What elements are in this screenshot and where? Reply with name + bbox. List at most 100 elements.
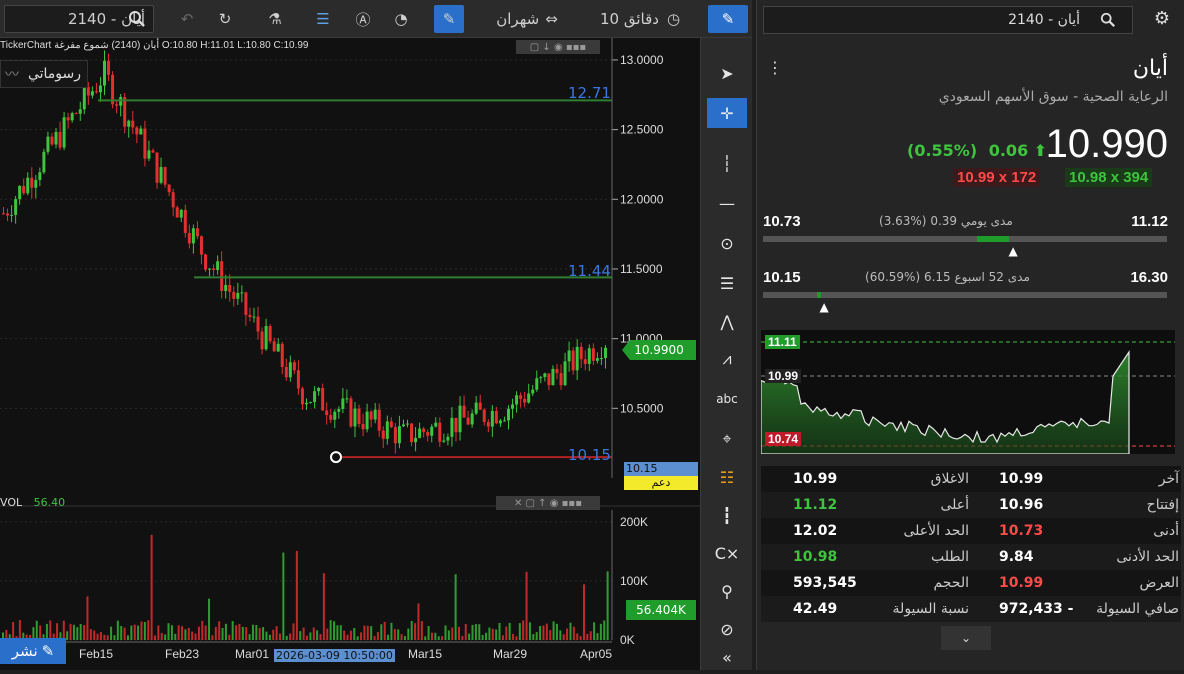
magnet-icon[interactable]: ✎ bbox=[434, 5, 464, 33]
auto-icon[interactable]: Ⓐ bbox=[350, 5, 376, 33]
volume-bar bbox=[265, 631, 268, 640]
chart-window-controls[interactable]: ▢ ↓ ◉ ▪▪▪ bbox=[516, 40, 600, 54]
candle-body bbox=[353, 408, 357, 427]
chart-area[interactable]: 13.0000 12.5000 12.0000 11.5000 11.0000 10.50… bbox=[0, 38, 700, 670]
volume-bar bbox=[241, 626, 244, 640]
candle-body bbox=[42, 151, 46, 173]
volume-bar bbox=[552, 621, 555, 640]
circle-tool-icon[interactable]: ⊙ bbox=[707, 228, 747, 258]
candle-body bbox=[264, 326, 268, 350]
mini-chart[interactable]: 11.11 10.99 10.74 bbox=[760, 330, 1175, 455]
level-label-3: 10.15 bbox=[568, 446, 611, 464]
bid-box: 10.98 x 394 bbox=[1065, 168, 1153, 187]
candle-body bbox=[599, 358, 603, 360]
more-options-icon[interactable]: ⋮ bbox=[767, 58, 783, 77]
candle-body bbox=[337, 408, 341, 412]
volume-bar bbox=[66, 631, 69, 640]
search-icon[interactable] bbox=[1095, 10, 1121, 30]
vol-window-controls[interactable]: ✕ ▢ ↑ ◉ ▪▪▪ bbox=[496, 496, 600, 510]
volume-bar bbox=[89, 629, 92, 640]
candle-body bbox=[603, 347, 607, 359]
list-tool-icon[interactable]: ☷ bbox=[707, 462, 747, 492]
period-selector[interactable]: شهران ⇔ bbox=[484, 5, 570, 33]
volume-bar bbox=[383, 621, 386, 640]
clear-icon[interactable]: C× bbox=[707, 538, 747, 568]
drawing-tools: ➤ ✛ ┆ — ⊙ ☰ ⋀ ⩘ abc ⌖ ☷ ┇ C× ⚲ ⊘ « bbox=[700, 38, 752, 670]
collapse-icon[interactable]: « bbox=[707, 642, 747, 672]
indicators-icon[interactable]: ⚗ bbox=[260, 5, 290, 33]
candle-body bbox=[397, 426, 401, 444]
candle-body bbox=[490, 410, 494, 427]
volume-bar bbox=[235, 625, 238, 640]
lock-icon[interactable]: ⚲ bbox=[707, 576, 747, 606]
volume-bar bbox=[110, 626, 113, 640]
pattern-icon[interactable]: ⋀ bbox=[707, 306, 747, 336]
candle-body bbox=[393, 427, 397, 444]
draw-pencil-icon[interactable]: ✎ bbox=[708, 5, 748, 33]
volume-bar bbox=[174, 633, 177, 640]
candle-body bbox=[458, 405, 462, 433]
undo-icon[interactable]: ↶ bbox=[174, 5, 200, 33]
candle-body bbox=[401, 424, 405, 427]
volume-bar bbox=[167, 623, 170, 640]
volume-bar bbox=[224, 623, 227, 640]
stat-right-value: 11.12 bbox=[793, 497, 838, 513]
candle-body bbox=[272, 341, 276, 352]
my-drawings-box[interactable]: 〰 رسوماتي bbox=[0, 60, 88, 88]
candle-body bbox=[470, 413, 474, 425]
candle-body bbox=[442, 440, 446, 442]
bars-tool-icon[interactable]: ┇ bbox=[707, 500, 747, 530]
candle-body bbox=[373, 409, 377, 420]
volume-bar bbox=[485, 632, 488, 640]
shape-tool-icon[interactable]: ⌖ bbox=[707, 424, 747, 454]
volume-bar bbox=[326, 628, 329, 640]
volume-bar bbox=[430, 632, 433, 640]
hide-icon[interactable]: ⊘ bbox=[707, 614, 747, 644]
vol-tick-label: 0K bbox=[620, 633, 635, 647]
sort-icon[interactable]: ☰ bbox=[308, 5, 338, 33]
search-icon[interactable] bbox=[122, 5, 152, 33]
vertical-line-icon[interactable]: ┆ bbox=[707, 148, 747, 178]
stat-left-value: 10.73 bbox=[999, 523, 1044, 539]
volume-bar bbox=[349, 630, 352, 640]
volume-bar bbox=[346, 634, 349, 640]
volume-bar bbox=[123, 627, 126, 640]
volume-bar bbox=[319, 634, 322, 640]
candle-body bbox=[208, 268, 212, 270]
volume-bar bbox=[113, 635, 116, 640]
chart-type-icon[interactable]: ◔ bbox=[388, 5, 414, 33]
settings-gear-icon[interactable]: ⚙ bbox=[1149, 8, 1175, 34]
volume-bar bbox=[322, 573, 325, 640]
publish-button[interactable]: نشر ✎ bbox=[0, 638, 66, 664]
volume-bar bbox=[181, 626, 184, 640]
wk-low: 10.15 bbox=[763, 269, 801, 286]
candle-body bbox=[220, 261, 224, 291]
chevron-down-icon: ⌄ bbox=[960, 631, 972, 645]
crosshair-icon[interactable]: ✛ bbox=[707, 98, 747, 128]
text-tool-icon[interactable]: abc bbox=[707, 384, 747, 414]
interval-selector[interactable]: 10 دقائق ◷ bbox=[590, 5, 690, 33]
volume-bar bbox=[549, 630, 552, 640]
candle-body bbox=[563, 361, 567, 386]
candle-body bbox=[82, 87, 86, 110]
redo-icon[interactable]: ↻ bbox=[212, 5, 238, 33]
quote-search-input[interactable]: 2140 - أيان bbox=[763, 6, 1133, 34]
candle-body bbox=[103, 60, 106, 86]
volume-bar bbox=[157, 625, 160, 640]
price-chart[interactable]: 13.000012.500012.000011.500011.000010.50… bbox=[0, 38, 700, 670]
candle-body bbox=[167, 184, 171, 193]
cursor-icon[interactable]: ➤ bbox=[707, 58, 747, 88]
candle-body bbox=[204, 254, 207, 270]
volume-bar bbox=[336, 625, 339, 640]
wk-range-fill bbox=[816, 292, 821, 298]
zigzag-icon[interactable]: ⩘ bbox=[707, 344, 747, 374]
candle-body bbox=[115, 104, 119, 106]
last-price-tag: 10.9900 bbox=[622, 340, 696, 360]
expand-button[interactable]: ⌄ bbox=[941, 626, 991, 650]
horizontal-line-icon[interactable]: — bbox=[707, 188, 747, 218]
candle-body bbox=[2, 213, 5, 215]
day-range-fill bbox=[977, 236, 1010, 242]
fib-icon[interactable]: ☰ bbox=[707, 268, 747, 298]
candle-body bbox=[139, 128, 143, 135]
candle-body bbox=[199, 236, 203, 255]
